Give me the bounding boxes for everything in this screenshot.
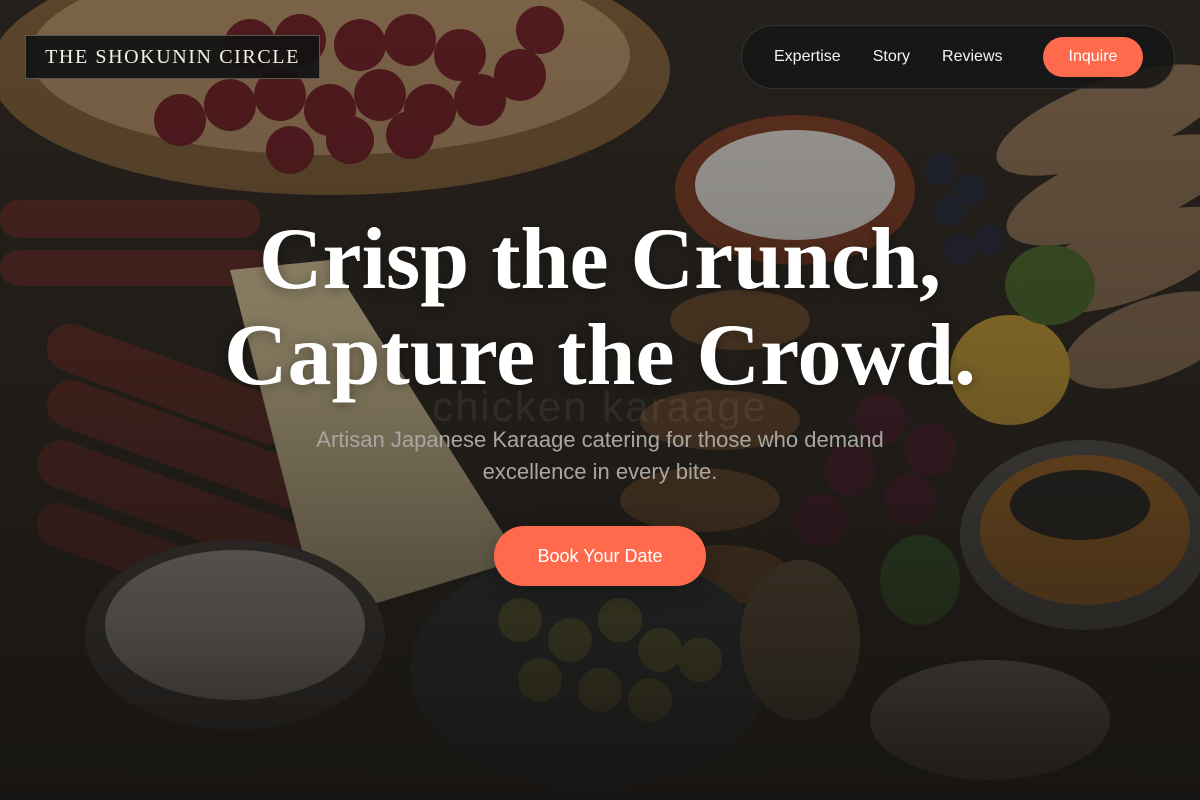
inquire-button[interactable]: Inquire [1043, 37, 1143, 77]
top-navigation: Expertise Story Reviews Inquire [741, 25, 1175, 89]
hero-headline-line-1: Crisp the Crunch, [258, 211, 942, 308]
hero-subheading: Artisan Japanese Karaage catering for th… [316, 427, 884, 484]
nav-link-story[interactable]: Story [873, 48, 910, 66]
book-your-date-button[interactable]: Book Your Date [494, 526, 706, 586]
brand-name: THE SHOKUNIN CIRCLE [45, 45, 300, 68]
brand-logo[interactable]: THE SHOKUNIN CIRCLE [25, 35, 320, 79]
nav-link-reviews[interactable]: Reviews [942, 48, 1002, 66]
hero-headline: Crisp the Crunch, Capture the Crowd. [0, 212, 1200, 404]
nav-link-expertise[interactable]: Expertise [774, 48, 841, 66]
